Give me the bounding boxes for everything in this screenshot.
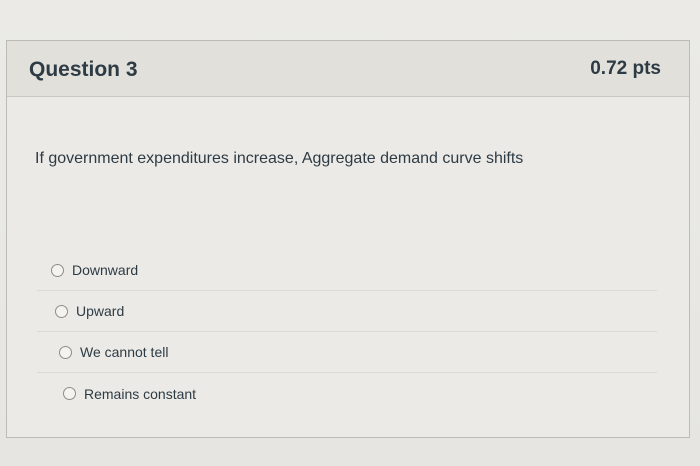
question-card: Question 3 0.72 pts If government expend… <box>6 40 690 438</box>
answer-option[interactable]: Upward <box>37 291 657 332</box>
answer-option[interactable]: Remains constant <box>37 373 657 414</box>
question-header: Question 3 0.72 pts <box>7 41 689 97</box>
question-points: 0.72 pts <box>590 58 661 79</box>
radio-button-icon[interactable] <box>55 304 68 318</box>
answer-option[interactable]: Downward <box>37 250 657 291</box>
answer-label: Upward <box>76 303 125 319</box>
answer-label: We cannot tell <box>80 344 169 360</box>
answer-label: Downward <box>72 262 139 278</box>
radio-button-icon[interactable] <box>51 263 64 277</box>
quiz-screen: Question 3 0.72 pts If government expend… <box>0 0 700 466</box>
answer-list: Downward Upward We cannot tell Remains c… <box>37 250 657 414</box>
radio-button-icon[interactable] <box>59 345 72 359</box>
question-text: If government expenditures increase, Agg… <box>35 150 524 167</box>
radio-button-icon[interactable] <box>63 387 76 400</box>
answer-label: Remains constant <box>84 385 197 402</box>
question-title: Question 3 <box>29 58 138 81</box>
answer-option[interactable]: We cannot tell <box>37 332 657 373</box>
